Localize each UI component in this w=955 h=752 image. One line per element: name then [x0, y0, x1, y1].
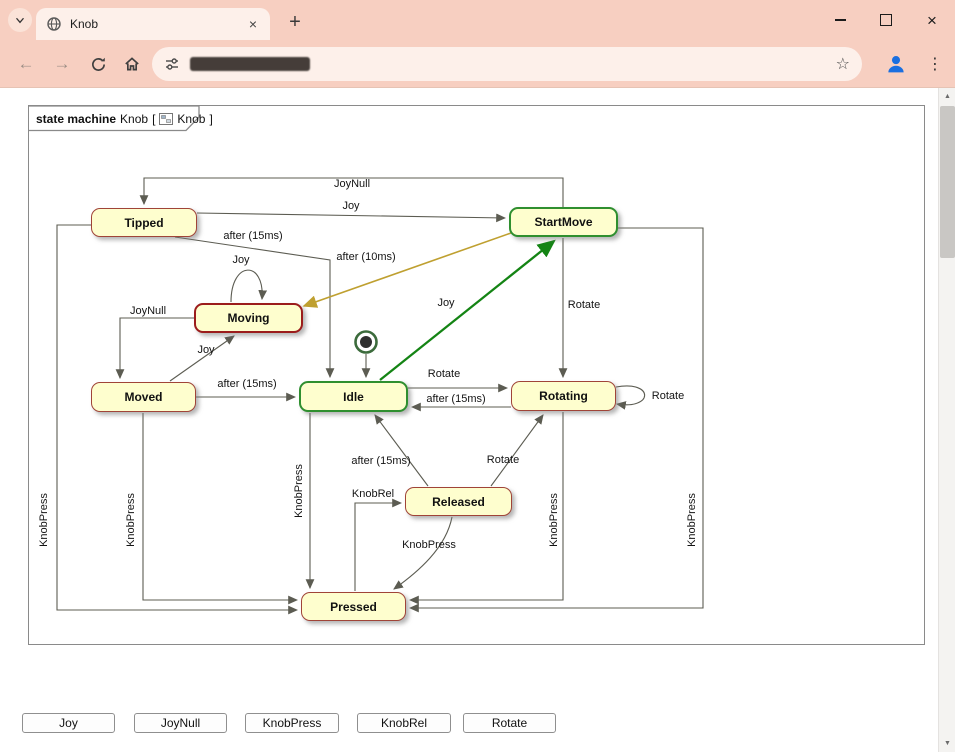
tab-close-icon[interactable]: × [244, 15, 262, 33]
reload-icon [90, 56, 107, 73]
new-tab-button[interactable]: + [282, 9, 308, 35]
transition-label: after (15ms) [426, 393, 485, 405]
transition-label: after (10ms) [336, 251, 395, 263]
minimize-button[interactable] [817, 0, 863, 40]
frame-keyword: state machine [36, 112, 116, 126]
maximize-icon [880, 14, 892, 26]
browser-menu-icon[interactable]: ⋮ [924, 52, 946, 76]
chevron-down-icon [13, 13, 27, 27]
url-redacted-text [190, 57, 310, 71]
transition-label: Joy [437, 297, 454, 309]
site-settings-icon [164, 56, 180, 72]
state-pressed: Pressed [301, 592, 406, 621]
diagram-ref-icon [159, 113, 173, 125]
transition-label: KnobRel [352, 488, 394, 500]
frame-name: Knob [120, 112, 148, 126]
scrollbar-thumb[interactable] [940, 106, 955, 258]
transition-label: after (15ms) [351, 455, 410, 467]
frame-ref: Knob [177, 112, 205, 126]
state-moved: Moved [91, 382, 196, 412]
state-released: Released [405, 487, 512, 516]
transition-label: Rotate [568, 299, 600, 311]
state-label: Released [432, 495, 485, 509]
diagram-frame [28, 105, 925, 645]
event-button-knobpress[interactable]: KnobPress [245, 713, 339, 733]
window-controls: × [817, 0, 955, 40]
transition-label: KnobPress [686, 493, 698, 547]
vertical-scrollbar: ▲ ▼ [938, 88, 955, 752]
home-icon [123, 55, 141, 73]
scroll-up-icon[interactable]: ▲ [939, 88, 955, 105]
transition-label: KnobPress [402, 539, 456, 551]
state-rotating: Rotating [511, 381, 616, 411]
tab-title: Knob [70, 17, 244, 31]
globe-favicon-icon [46, 16, 62, 32]
transition-label: JoyNull [130, 305, 166, 317]
browser-window: Knob × + × ← → ☆ [0, 0, 955, 752]
tab-search-button[interactable] [8, 8, 32, 32]
reload-button[interactable] [84, 50, 112, 78]
maximize-button[interactable] [863, 0, 909, 40]
state-moving: Moving [194, 303, 303, 333]
state-label: Idle [343, 390, 364, 404]
frame-title: state machine Knob [ Knob ] [36, 110, 213, 128]
back-button[interactable]: ← [12, 50, 40, 78]
state-label: Moved [124, 390, 162, 404]
state-tipped: Tipped [91, 208, 197, 237]
transition-label: KnobPress [125, 493, 137, 547]
event-button-rotate[interactable]: Rotate [463, 713, 556, 733]
transition-label: Rotate [428, 368, 460, 380]
transition-label: Rotate [652, 390, 684, 402]
minimize-icon [835, 19, 846, 21]
bookmark-star-icon[interactable]: ☆ [836, 54, 850, 74]
scroll-down-icon[interactable]: ▼ [939, 735, 955, 752]
transition-label: KnobPress [548, 493, 560, 547]
state-idle: Idle [299, 381, 408, 412]
profile-avatar[interactable] [883, 51, 909, 77]
transition-label: Joy [197, 344, 214, 356]
event-button-knobrel[interactable]: KnobRel [357, 713, 451, 733]
forward-button[interactable]: → [48, 50, 76, 78]
state-label: Rotating [539, 389, 588, 403]
state-label: Moving [228, 311, 270, 325]
state-startmove: StartMove [509, 207, 618, 237]
browser-tab[interactable]: Knob × [36, 8, 270, 40]
address-bar[interactable]: ☆ [152, 47, 862, 81]
transition-label: Joy [232, 254, 249, 266]
person-icon [884, 52, 908, 76]
transition-label: after (15ms) [223, 230, 282, 242]
tab-strip: Knob × + × [0, 0, 955, 40]
state-label: Pressed [330, 600, 377, 614]
transition-label: Joy [342, 200, 359, 212]
event-button-joy[interactable]: Joy [22, 713, 115, 733]
state-label: Tipped [124, 216, 163, 230]
transition-label: KnobPress [293, 464, 305, 518]
home-button[interactable] [118, 50, 146, 78]
close-button[interactable]: × [909, 0, 955, 40]
transition-label: Rotate [487, 454, 519, 466]
event-button-joynull[interactable]: JoyNull [134, 713, 227, 733]
state-label: StartMove [534, 215, 592, 229]
transition-label: JoyNull [334, 178, 370, 190]
transition-label: after (15ms) [217, 378, 276, 390]
transition-label: KnobPress [38, 493, 50, 547]
